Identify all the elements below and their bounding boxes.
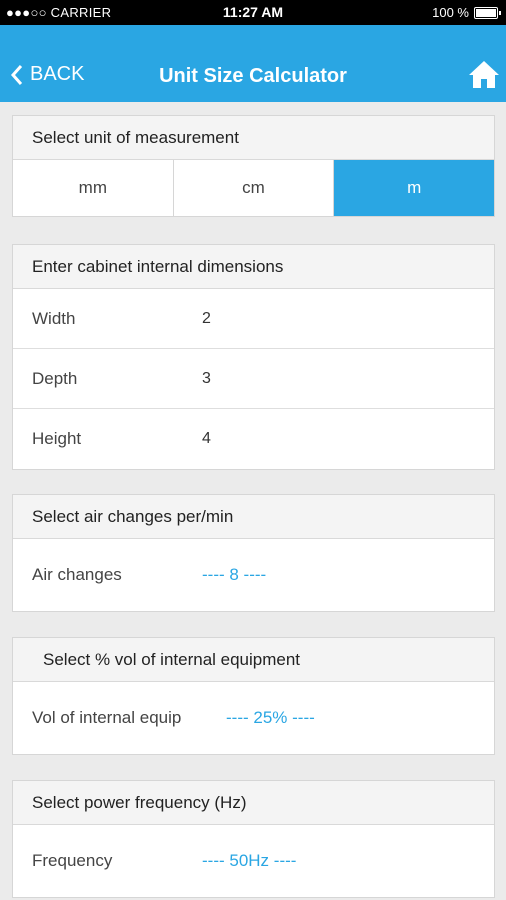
- status-bar: ●●●○○ CARRIER 11:27 AM 100 %: [0, 0, 506, 25]
- page-title: Unit Size Calculator: [159, 65, 347, 87]
- unit-header: Select unit of measurement: [13, 116, 494, 160]
- depth-label: Depth: [32, 368, 78, 388]
- depth-input[interactable]: 3: [202, 370, 211, 388]
- freq-header: Select power frequency (Hz): [13, 781, 494, 825]
- air-row[interactable]: Air changes ---- 8 ----: [13, 539, 494, 611]
- equip-row[interactable]: Vol of internal equip ---- 25% ----: [13, 682, 494, 754]
- dimensions-header: Enter cabinet internal dimensions: [13, 245, 494, 289]
- freq-row[interactable]: Frequency ---- 50Hz ----: [13, 825, 494, 897]
- unit-segmented-control: mm cm m: [13, 160, 495, 216]
- unit-section: Select unit of measurement mm cm m: [12, 115, 495, 217]
- unit-option-cm[interactable]: cm: [174, 160, 335, 216]
- battery-percent: 100 %: [432, 5, 469, 20]
- width-input[interactable]: 2: [202, 310, 211, 328]
- battery-icon: [474, 6, 501, 19]
- freq-section: Select power frequency (Hz) Frequency --…: [12, 780, 495, 898]
- unit-option-m[interactable]: m: [334, 160, 495, 216]
- equip-section: Select % vol of internal equipment Vol o…: [12, 637, 495, 755]
- depth-row[interactable]: Depth 3: [13, 349, 494, 409]
- nav-bar: BACK Unit Size Calculator: [0, 25, 506, 102]
- height-label: Height: [32, 429, 82, 448]
- battery-status: 100 %: [432, 5, 501, 20]
- width-label: Width: [32, 308, 76, 328]
- freq-picker[interactable]: ---- 50Hz ----: [202, 851, 296, 871]
- width-row[interactable]: Width 2: [13, 289, 494, 349]
- clock: 11:27 AM: [222, 4, 284, 20]
- air-picker[interactable]: ---- 8 ----: [202, 565, 266, 585]
- equip-picker[interactable]: ---- 25% ----: [226, 708, 315, 728]
- equip-label: Vol of internal equip: [32, 708, 182, 727]
- dimensions-section: Enter cabinet internal dimensions Width …: [12, 244, 495, 470]
- freq-label: Frequency: [32, 851, 113, 870]
- unit-option-mm[interactable]: mm: [13, 160, 174, 216]
- air-label: Air changes: [32, 565, 122, 584]
- air-header: Select air changes per/min: [13, 495, 494, 539]
- equip-header: Select % vol of internal equipment: [13, 638, 494, 682]
- home-icon[interactable]: [468, 59, 500, 89]
- height-input[interactable]: 4: [202, 430, 211, 448]
- height-row[interactable]: Height 4: [13, 409, 494, 469]
- air-section: Select air changes per/min Air changes -…: [12, 494, 495, 612]
